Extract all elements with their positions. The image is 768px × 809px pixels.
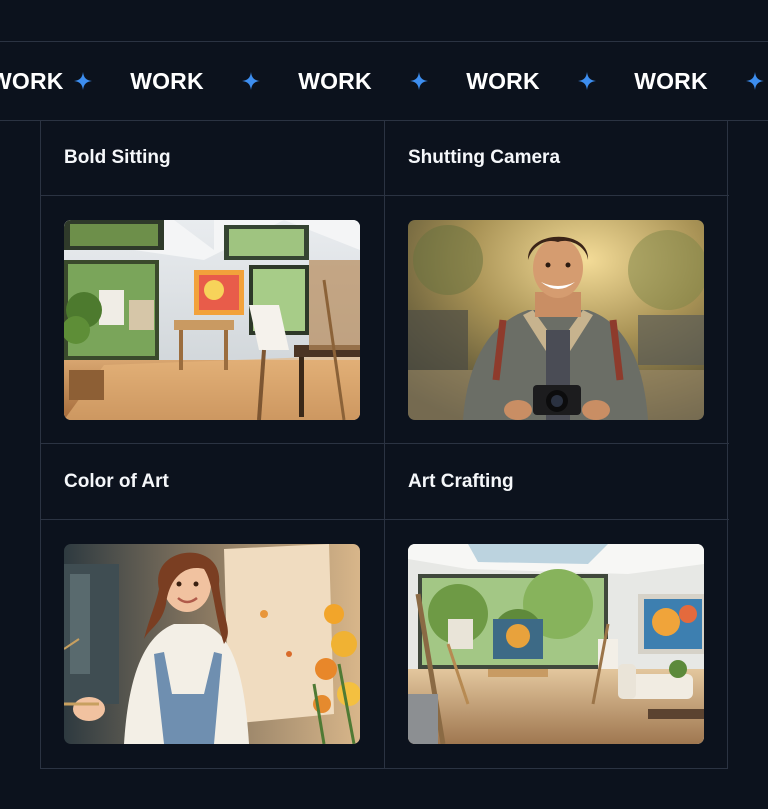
- card-image-cell: [385, 196, 729, 444]
- card-image-cell: [385, 520, 729, 769]
- work-marquee: WORK WORK WORK WORK WORK: [0, 41, 768, 121]
- art-studio-photo[interactable]: [64, 220, 360, 420]
- card-image-cell: [41, 196, 385, 444]
- four-point-star-icon: [54, 72, 112, 90]
- card-title[interactable]: Color of Art: [64, 471, 169, 493]
- four-point-star-icon: [558, 72, 616, 90]
- marquee-word: WORK: [0, 67, 64, 94]
- card-title[interactable]: Art Crafting: [408, 471, 514, 493]
- marquee-track: WORK WORK WORK WORK WORK: [0, 42, 768, 120]
- marquee-word: WORK: [298, 67, 372, 94]
- marquee-word: WORK: [466, 67, 540, 94]
- photographer-portrait-photo[interactable]: [408, 220, 704, 420]
- card-title-cell: Art Crafting: [385, 444, 729, 520]
- painter-portrait-photo[interactable]: [64, 544, 360, 744]
- four-point-star-icon: [222, 72, 280, 90]
- card-title-cell: Bold Sitting: [41, 121, 385, 196]
- card-title-cell: Color of Art: [41, 444, 385, 520]
- card-image-cell: [41, 520, 385, 769]
- four-point-star-icon: [726, 72, 768, 90]
- marquee-word: WORK: [634, 67, 708, 94]
- card-title-cell: Shutting Camera: [385, 121, 729, 196]
- bright-studio-photo[interactable]: [408, 544, 704, 744]
- card-title[interactable]: Shutting Camera: [408, 147, 560, 169]
- page: WORK WORK WORK WORK WORK Bold: [0, 0, 768, 809]
- card-title[interactable]: Bold Sitting: [64, 147, 171, 169]
- marquee-word: WORK: [130, 67, 204, 94]
- four-point-star-icon: [390, 72, 448, 90]
- work-grid: Bold Sitting Shutting Camera Color of Ar…: [40, 121, 729, 769]
